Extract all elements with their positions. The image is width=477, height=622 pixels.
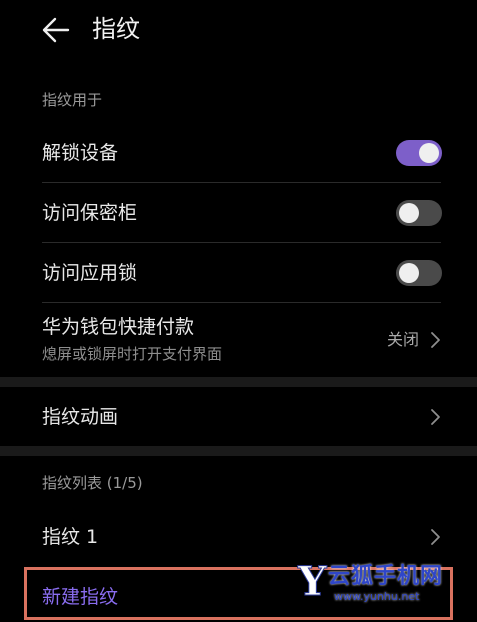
row-fingerprint-animation[interactable]: 指纹动画	[0, 388, 477, 444]
page-title: 指纹	[92, 15, 140, 43]
chevron-right-icon	[431, 409, 440, 425]
row-label: 解锁设备	[42, 142, 119, 164]
safe-access-toggle[interactable]	[396, 200, 442, 226]
app-header: 指纹	[0, 0, 477, 60]
arrow-left-icon	[42, 17, 70, 43]
section-label-usage: 指纹用于	[42, 91, 103, 109]
watermark-letter: Y	[298, 558, 328, 605]
row-label: 访问保密柜	[42, 202, 138, 224]
wallet-status-value: 关闭	[386, 330, 419, 349]
row-safe-access[interactable]: 访问保密柜	[0, 183, 477, 242]
watermark-text: 云狐手机网	[328, 564, 444, 589]
section-separator	[0, 377, 477, 387]
watermark-logo: Y 云狐手机网 www.yunhu.net	[298, 558, 466, 610]
section-label-fingerprint-list: 指纹列表 (1/5)	[42, 474, 143, 492]
section-separator	[0, 446, 477, 456]
toggle-knob	[399, 203, 419, 223]
toggle-knob	[419, 143, 439, 163]
row-app-lock[interactable]: 访问应用锁	[0, 243, 477, 302]
chevron-right-icon	[431, 529, 440, 545]
app-lock-toggle[interactable]	[396, 260, 442, 286]
row-wallet-quick-pay[interactable]: 华为钱包快捷付款 熄屏或锁屏时打开支付界面 关闭	[0, 303, 477, 375]
chevron-right-icon	[431, 332, 440, 348]
fingerprint-list-item[interactable]: 指纹 1	[0, 508, 477, 566]
row-label: 访问应用锁	[42, 262, 138, 284]
watermark-url: www.yunhu.net	[334, 590, 420, 603]
back-button[interactable]	[38, 12, 74, 48]
row-label: 华为钱包快捷付款	[42, 316, 195, 338]
unlock-device-toggle[interactable]	[396, 140, 442, 166]
row-label: 指纹 1	[42, 526, 99, 548]
row-subtitle: 熄屏或锁屏时打开支付界面	[42, 345, 223, 363]
toggle-knob	[399, 263, 419, 283]
row-unlock-device[interactable]: 解锁设备	[0, 124, 477, 182]
row-label: 指纹动画	[42, 406, 119, 428]
fingerprint-settings-screen: 指纹 指纹用于 解锁设备 访问保密柜 访问应用锁 华为钱包快捷付款 熄屏或锁屏时…	[0, 0, 477, 622]
